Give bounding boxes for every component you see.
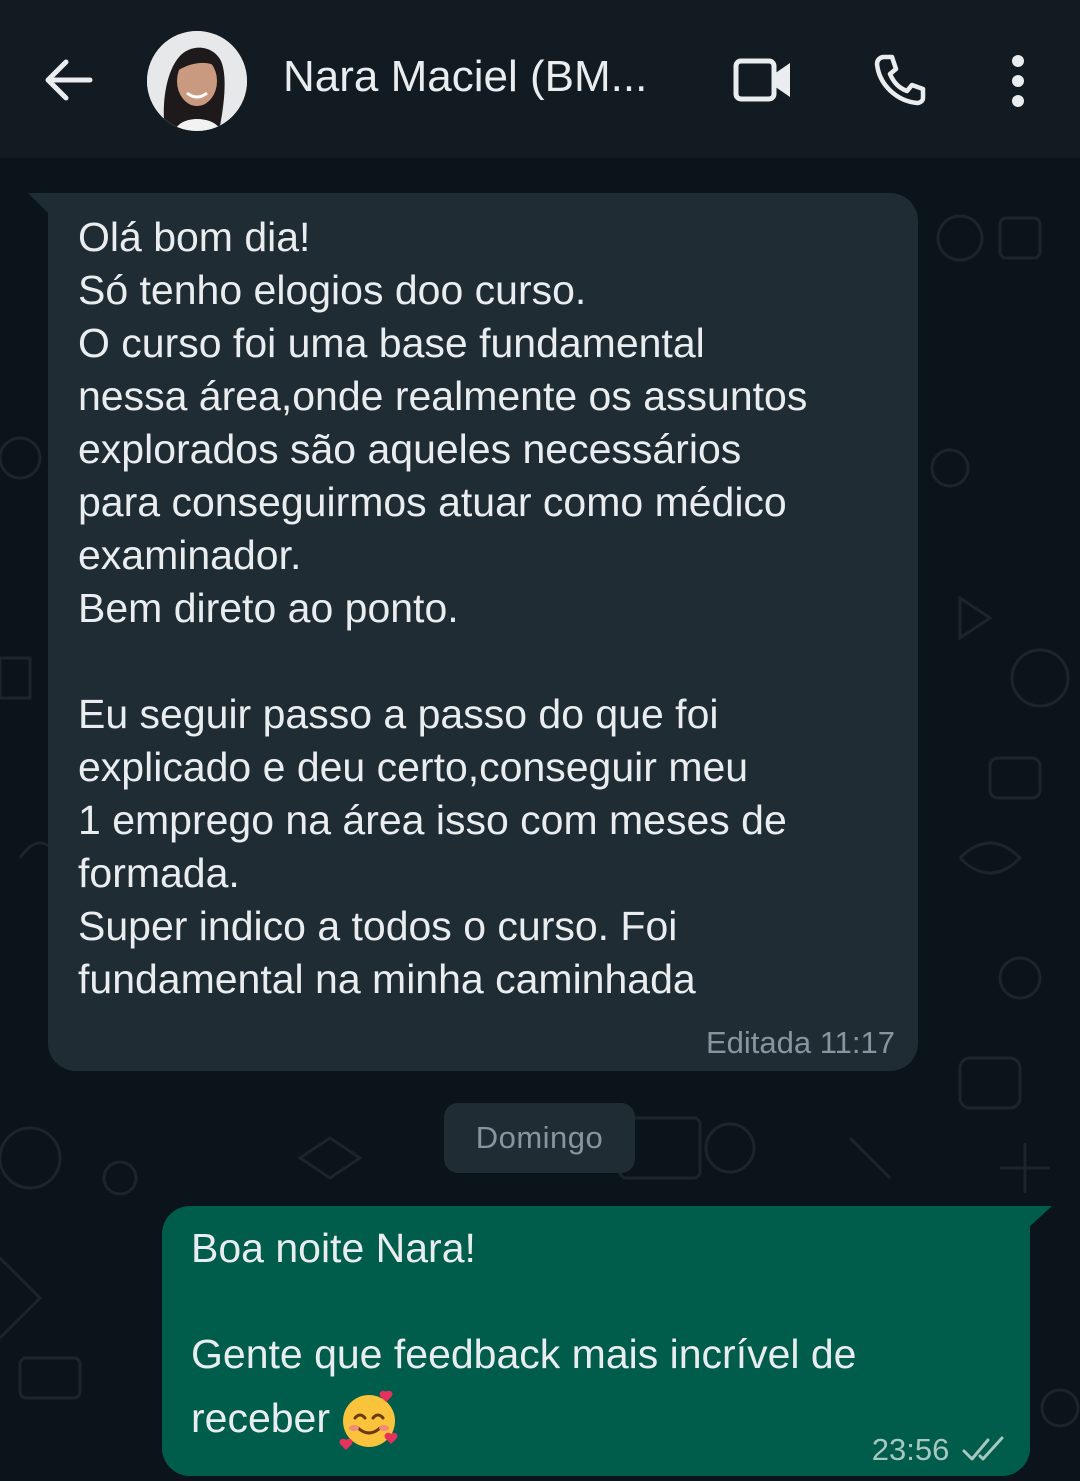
double-check-icon bbox=[962, 1436, 1004, 1461]
contact-name[interactable]: Nara Maciel (BM... bbox=[283, 52, 647, 102]
avatar[interactable] bbox=[147, 31, 247, 131]
message-text-line1: Boa noite Nara! bbox=[191, 1225, 476, 1271]
chat-header: Nara Maciel (BM... bbox=[0, 0, 1080, 158]
phone-icon[interactable] bbox=[872, 52, 928, 108]
date-separator: Domingo bbox=[444, 1103, 635, 1173]
incoming-bubble-tail bbox=[28, 193, 50, 215]
video-call-icon[interactable] bbox=[733, 54, 793, 106]
message-text-line2: Gente que feedback mais incrível de bbox=[191, 1331, 857, 1377]
message-meta: Editada 11:17 bbox=[706, 1025, 895, 1061]
message-meta: 23:56 bbox=[872, 1432, 1008, 1468]
back-arrow-icon[interactable] bbox=[40, 52, 96, 108]
outgoing-bubble-tail bbox=[1028, 1206, 1052, 1228]
message-time: 23:56 bbox=[871, 1432, 950, 1467]
message-time: 11:17 bbox=[819, 1025, 895, 1060]
smiling-face-with-hearts-icon bbox=[339, 1390, 398, 1450]
more-vert-icon[interactable] bbox=[1006, 54, 1030, 108]
outgoing-message[interactable]: Boa noite Nara! Gente que feedback mais … bbox=[162, 1206, 1030, 1476]
incoming-message[interactable]: Olá bom dia! Só tenho elogios doo curso.… bbox=[48, 193, 918, 1071]
edited-label: Editada bbox=[705, 1025, 812, 1060]
message-text: Olá bom dia! Só tenho elogios doo curso.… bbox=[78, 214, 808, 1002]
message-text-line3: receber bbox=[191, 1395, 331, 1441]
